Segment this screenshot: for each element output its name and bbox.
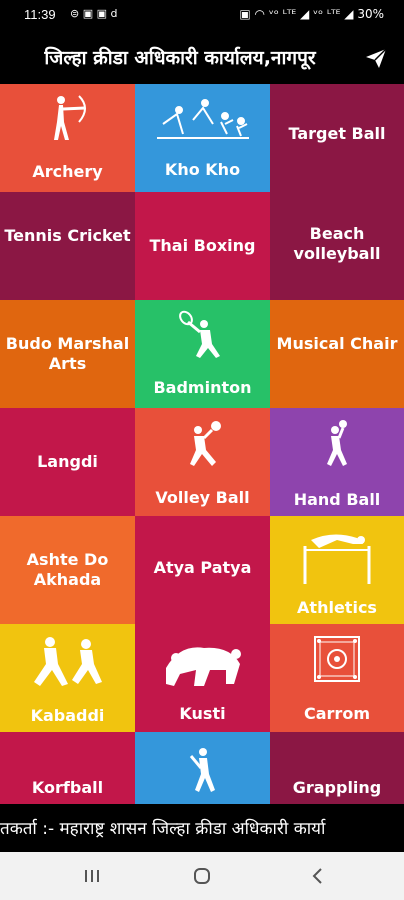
- kho-kho-icon: [156, 99, 249, 139]
- tile-atya-patya[interactable]: Atya Patya: [135, 516, 270, 624]
- tile-archery[interactable]: Archery: [0, 84, 135, 192]
- tile-kho-kho[interactable]: Kho Kho: [135, 84, 270, 192]
- tile-hand-ball[interactable]: Hand Ball: [270, 408, 404, 516]
- tile-korfball[interactable]: Korfball: [0, 732, 135, 804]
- tile-label: Thai Boxing: [149, 236, 256, 255]
- tile-label: Athletics: [297, 598, 377, 617]
- status-time: 11:39: [24, 7, 56, 22]
- tile-label: Hand Ball: [293, 490, 381, 509]
- tile-label: Grappling: [292, 778, 382, 797]
- tile-label: Volley Ball: [155, 488, 250, 507]
- tile-label: Langdi: [37, 452, 98, 471]
- handball-icon: [327, 420, 347, 466]
- page-title: जिल्हा क्रीडा अधिकारी कार्यालय,नागपूर: [44, 47, 316, 69]
- tile-ashte-do-akhada[interactable]: Ashte Do Akhada: [0, 516, 135, 624]
- sports-grid: Archery Kho Kho Target Ball Tennis Crick…: [0, 84, 404, 804]
- wrestling-icon: [165, 647, 241, 686]
- tile-label: Target Ball: [288, 124, 386, 143]
- status-bar: 11:39 ⊜ ▣ ▣ d ▣ ◠ ᵛᵒ ᴸᵀᴱ ◢ ᵛᵒ ᴸᵀᴱ ◢ 30%: [0, 0, 404, 30]
- high-jump-icon: [303, 534, 371, 584]
- tile-label: Archery: [32, 162, 103, 181]
- tile-carrom[interactable]: Carrom: [270, 624, 404, 732]
- tile-label: Badminton: [153, 378, 252, 397]
- tile-label: Atya Patya: [153, 558, 252, 577]
- carrom-icon: [314, 636, 360, 682]
- tile-label: Korfball: [31, 778, 104, 797]
- tile-cricket[interactable]: [135, 732, 270, 804]
- tile-volley-ball[interactable]: Volley Ball: [135, 408, 270, 516]
- tile-target-ball[interactable]: Target Ball: [270, 84, 404, 192]
- tile-label: Kho Kho: [164, 160, 241, 179]
- tile-athletics[interactable]: Athletics: [270, 516, 404, 624]
- send-icon[interactable]: [364, 46, 388, 70]
- recent-apps-icon[interactable]: [80, 864, 104, 888]
- home-icon[interactable]: [190, 864, 214, 888]
- tile-label: Ashte Do Akhada: [26, 550, 109, 589]
- app-bar: जिल्हा क्रीडा अधिकारी कार्यालय,नागपूर: [0, 30, 404, 84]
- tile-badminton[interactable]: Badminton: [135, 300, 270, 408]
- marquee-text: तकर्ता :- महाराष्ट्र शासन जिल्हा क्रीडा …: [0, 819, 326, 839]
- tile-label: Kabaddi: [30, 706, 105, 725]
- scrolling-footer-text: तकर्ता :- महाराष्ट्र शासन जिल्हा क्रीडा …: [0, 804, 404, 852]
- volleyball-icon: [189, 421, 221, 466]
- tile-musical-chair[interactable]: Musical Chair: [270, 300, 404, 408]
- cricket-icon: [189, 748, 215, 792]
- badminton-icon: [178, 310, 220, 358]
- battery-level: 30%: [357, 7, 384, 21]
- back-icon[interactable]: [306, 864, 330, 888]
- tile-label: Budo Marshal Arts: [5, 334, 130, 373]
- tile-tennis-cricket[interactable]: Tennis Cricket: [0, 192, 135, 300]
- status-right: ▣ ◠ ᵛᵒ ᴸᵀᴱ ◢ ᵛᵒ ᴸᵀᴱ ◢ 30%: [239, 7, 384, 21]
- kabaddi-icon: [33, 637, 102, 686]
- notification-icons: ⊜ ▣ ▣ d: [70, 7, 118, 20]
- tile-langdi[interactable]: Langdi: [0, 408, 135, 516]
- archer-icon: [53, 95, 86, 140]
- tile-label: Carrom: [304, 704, 370, 723]
- tile-beach-volleyball[interactable]: Beach volleyball: [270, 192, 404, 300]
- system-nav-bar: [0, 852, 404, 900]
- tile-label: Beach volleyball: [293, 224, 381, 263]
- tile-label: Tennis Cricket: [4, 226, 131, 245]
- tile-thai-boxing[interactable]: Thai Boxing: [135, 192, 270, 300]
- tile-label: Kusti: [179, 704, 226, 723]
- tile-kabaddi[interactable]: Kabaddi: [0, 624, 135, 732]
- signal-icons: ▣ ◠ ᵛᵒ ᴸᵀᴱ ◢ ᵛᵒ ᴸᵀᴱ ◢: [239, 7, 354, 21]
- tile-budo-marshal-arts[interactable]: Budo Marshal Arts: [0, 300, 135, 408]
- tile-grappling[interactable]: Grappling: [270, 732, 404, 804]
- tile-kusti[interactable]: Kusti: [135, 624, 270, 732]
- tile-label: Musical Chair: [276, 334, 398, 353]
